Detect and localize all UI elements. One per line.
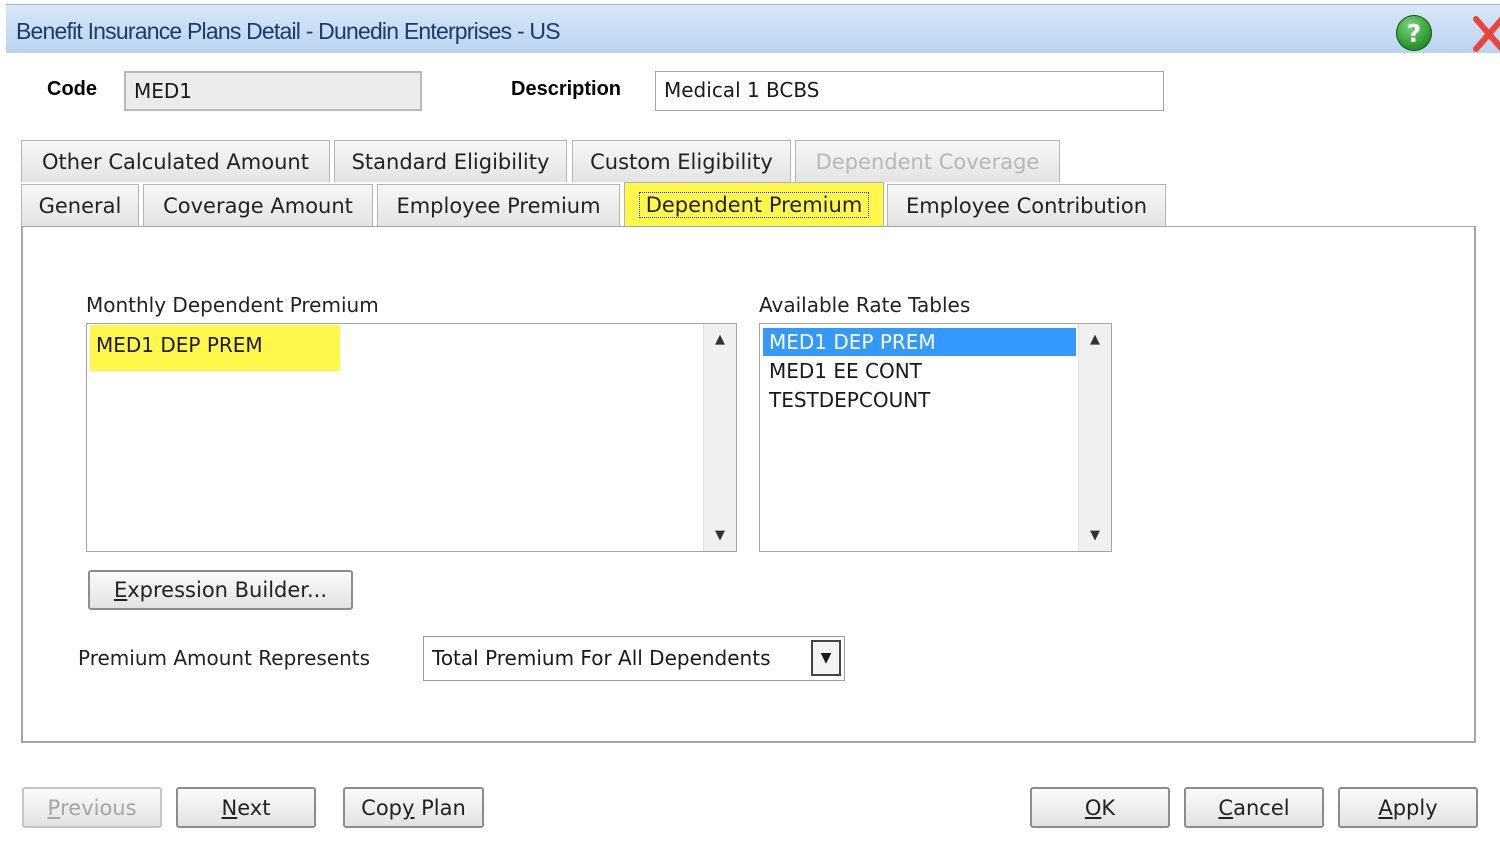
tab-coverage-amount[interactable]: Coverage Amount xyxy=(143,184,373,226)
button-label: K xyxy=(1101,795,1116,820)
cancel-button[interactable]: Cancel xyxy=(1184,787,1324,828)
help-icon[interactable]: ? xyxy=(1396,15,1432,51)
tab-employee-premium[interactable]: Employee Premium xyxy=(377,184,620,226)
expression-builder-button[interactable]: Expression Builder... xyxy=(88,570,353,610)
premium-amount-represents-select[interactable]: Total Premium For All Dependents ▼ xyxy=(423,636,845,681)
scroll-up-icon[interactable]: ▲ xyxy=(1079,332,1111,347)
tab-dependent-premium-label: Dependent Premium xyxy=(638,192,870,218)
description-label: Description xyxy=(511,78,622,100)
button-label: Plan xyxy=(414,795,466,820)
description-field[interactable]: Medical 1 BCBS xyxy=(655,71,1164,111)
tab-custom-eligibility[interactable]: Custom Eligibility xyxy=(572,140,791,182)
mnemonic: O xyxy=(1084,795,1102,820)
close-icon[interactable] xyxy=(1472,13,1500,55)
ok-button[interactable]: OK xyxy=(1030,787,1170,828)
scroll-up-icon[interactable]: ▲ xyxy=(704,332,736,347)
help-glyph: ? xyxy=(1406,18,1422,48)
mnemonic: y xyxy=(402,795,415,820)
tab-general[interactable]: General xyxy=(21,184,139,226)
scrollbar[interactable]: ▲ ▼ xyxy=(1078,324,1111,551)
button-label: Cop xyxy=(361,795,403,820)
tab-other-calculated-amount[interactable]: Other Calculated Amount xyxy=(21,140,330,182)
window-title: Benefit Insurance Plans Detail - Dunedin… xyxy=(16,18,561,44)
tab-row-2: General Coverage Amount Employee Premium… xyxy=(0,182,1500,228)
copy-plan-button[interactable]: Cop y Plan xyxy=(343,787,484,828)
monthly-dependent-premium-list[interactable]: MED1 DEP PREM ▲ ▼ xyxy=(86,323,737,552)
list-item[interactable]: MED1 DEP PREM xyxy=(766,328,939,356)
title-bar: Benefit Insurance Plans Detail - Dunedin… xyxy=(6,4,1500,53)
tab-row-1: Other Calculated Amount Standard Eligibi… xyxy=(0,140,1500,184)
scroll-down-icon[interactable]: ▼ xyxy=(1079,528,1111,543)
list-item[interactable]: MED1 DEP PREM xyxy=(93,331,266,359)
mnemonic: N xyxy=(221,795,238,820)
mnemonic: A xyxy=(1378,795,1393,820)
code-label: Code xyxy=(47,78,97,100)
monthly-dependent-premium-label: Monthly Dependent Premium xyxy=(86,293,379,317)
list-item[interactable]: MED1 EE CONT xyxy=(766,357,925,385)
button-label: ext xyxy=(237,795,271,820)
chevron-down-icon[interactable]: ▼ xyxy=(811,640,841,676)
button-label: ancel xyxy=(1233,795,1290,820)
button-label: pply xyxy=(1392,795,1438,820)
scrollbar[interactable]: ▲ ▼ xyxy=(703,324,736,551)
code-field[interactable]: MED1 xyxy=(124,71,422,111)
mnemonic: E xyxy=(113,578,128,602)
tab-dependent-coverage: Dependent Coverage xyxy=(795,140,1060,182)
available-rate-tables-label: Available Rate Tables xyxy=(759,293,971,317)
apply-button[interactable]: Apply xyxy=(1338,787,1478,828)
tab-dependent-premium[interactable]: Dependent Premium xyxy=(624,182,884,227)
tab-employee-contribution[interactable]: Employee Contribution xyxy=(887,184,1166,226)
scroll-down-icon[interactable]: ▼ xyxy=(704,528,736,543)
list-item[interactable]: TESTDEPCOUNT xyxy=(766,386,933,414)
mnemonic: C xyxy=(1218,795,1234,820)
next-button[interactable]: Next xyxy=(176,787,316,828)
button-label: xpression Builder... xyxy=(127,578,328,602)
tab-standard-eligibility[interactable]: Standard Eligibility xyxy=(334,140,567,182)
mnemonic: P xyxy=(47,795,61,820)
select-value: Total Premium For All Dependents xyxy=(432,646,771,670)
available-rate-tables-list[interactable]: MED1 DEP PREM MED1 EE CONT TESTDEPCOUNT … xyxy=(759,323,1112,552)
previous-button: Previous xyxy=(22,787,162,828)
premium-amount-represents-label: Premium Amount Represents xyxy=(78,646,371,670)
button-label: revious xyxy=(60,795,137,820)
